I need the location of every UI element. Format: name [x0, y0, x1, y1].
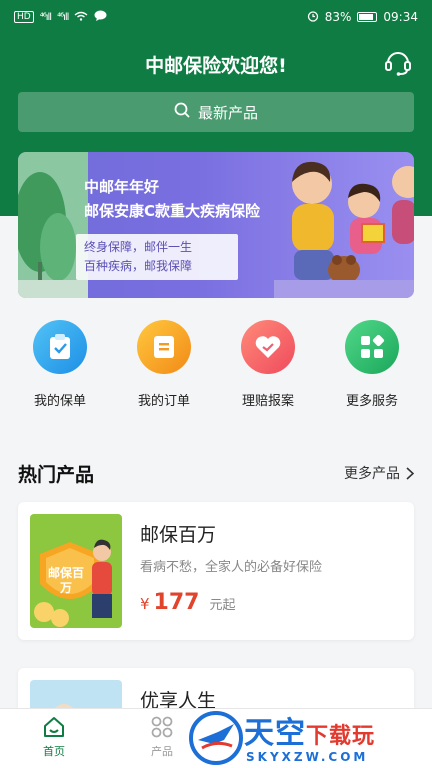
title-bar: 中邮保险欢迎您!: [0, 42, 432, 86]
price-value: 177: [153, 590, 200, 615]
quick-label: 我的保单: [33, 394, 86, 409]
price-unit: 元起: [209, 598, 236, 613]
quick-label: 更多服务: [345, 394, 398, 409]
quick-my-orders[interactable]: 我的订单: [119, 320, 209, 424]
price-currency: ¥: [140, 595, 150, 613]
order-icon: [137, 320, 191, 374]
section-title: 热门产品: [18, 463, 95, 486]
battery-icon: [357, 12, 378, 22]
watermark: 天空下载玩 SKYXZW.COM: [186, 706, 432, 768]
watermark-text: 天空下载玩: [244, 708, 375, 752]
product-name: 邮保百万: [140, 524, 217, 546]
quick-label: 我的订单: [137, 394, 190, 409]
banner-slogan-2: 百种疾病，邮我保障: [84, 259, 193, 273]
tab-label: 首页: [43, 745, 65, 758]
quick-actions: 我的保单 我的订单 理赔报案 更多服务: [0, 320, 432, 424]
chevron-right-icon: [406, 466, 414, 480]
watermark-url: SKYXZW.COM: [246, 750, 369, 764]
quick-more-services[interactable]: 更多服务: [327, 320, 417, 424]
more-products-link[interactable]: 更多产品: [344, 463, 414, 483]
claim-icon: [241, 320, 295, 374]
grid-icon: [151, 716, 173, 738]
search-bar[interactable]: 最新产品: [18, 92, 414, 132]
policy-icon: [33, 320, 87, 374]
customer-service-icon[interactable]: [384, 48, 412, 78]
thumbnail-caption: 邮保百万: [48, 566, 85, 595]
banner-headline: 中邮年年好: [84, 178, 160, 196]
promo-banner[interactable]: 中邮年年好 邮保安康C款重大疾病保险 终身保障，邮伴一生 百种疾病，邮我保障: [18, 152, 414, 298]
quick-my-policy[interactable]: 我的保单: [15, 320, 105, 424]
banner-product-name: 邮保安康C款重大疾病保险: [84, 202, 261, 220]
quick-label: 理赔报案: [241, 394, 294, 409]
search-placeholder: 最新产品: [197, 103, 258, 122]
watermark-small: 下载玩: [306, 724, 376, 749]
product-card[interactable]: 邮保百万 邮保百万 看病不愁，全家人的必备好保险 ¥ 177 元起: [18, 502, 414, 640]
product-description: 看病不愁，全家人的必备好保险: [140, 560, 323, 575]
watermark-logo: [189, 711, 243, 765]
tab-products[interactable]: 产品: [132, 715, 192, 759]
more-products-label: 更多产品: [344, 466, 400, 482]
signal-icon-2: ⁴⁶ıll: [57, 11, 69, 23]
product-thumbnail: 邮保百万: [30, 514, 122, 628]
message-icon: [94, 10, 107, 25]
family-illustration: [274, 161, 414, 298]
signal-icon: ⁴⁶ıll: [39, 11, 52, 23]
more-services-icon: [345, 320, 399, 374]
banner-slogan-1: 终身保障，邮伴一生: [84, 240, 193, 254]
home-icon: [44, 717, 64, 737]
quick-claim-report[interactable]: 理赔报案: [223, 320, 313, 424]
watermark-big: 天空: [244, 716, 306, 751]
product-price: ¥ 177 元起: [140, 590, 236, 615]
page-title: 中邮保险欢迎您!: [145, 54, 287, 77]
hd-icon: HD: [14, 11, 34, 23]
clock: 09:34: [383, 10, 418, 24]
banner-slogan-box: 终身保障，邮伴一生 百种疾病，邮我保障: [76, 234, 238, 280]
tab-label: 产品: [151, 745, 173, 758]
hot-products-header: 热门产品 更多产品: [18, 458, 414, 488]
search-icon: [174, 102, 190, 122]
battery-percent: 83%: [324, 10, 352, 24]
wifi-icon: [74, 10, 88, 24]
status-bar: HD ⁴⁶ıll ⁴⁶ıll 83% 09:34: [0, 0, 432, 34]
alarm-icon: [307, 10, 319, 25]
tab-home[interactable]: 首页: [24, 715, 84, 759]
